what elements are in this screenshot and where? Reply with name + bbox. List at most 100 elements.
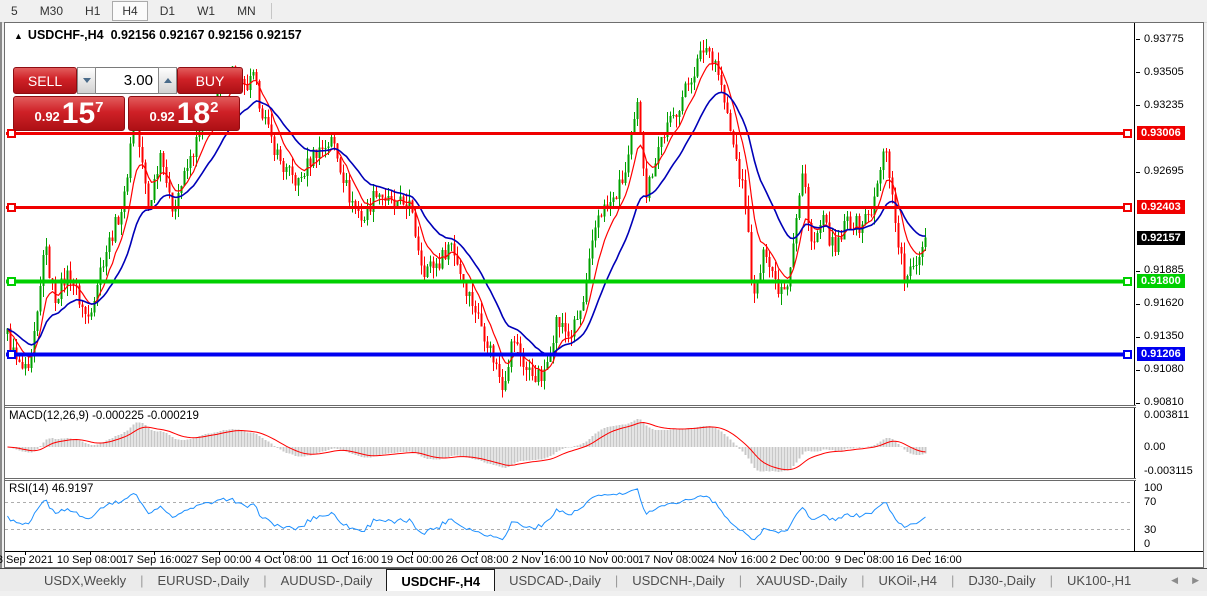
price-badge-0.92403: 0.92403 (1137, 200, 1185, 215)
hline-marker[interactable] (1123, 128, 1132, 138)
x-tick-mark (799, 552, 801, 555)
tab-scroll-right-icon[interactable]: ▶ (1192, 575, 1199, 586)
chart-tab-usdx-weekly[interactable]: USDX,Weekly (30, 569, 140, 592)
hline-marker[interactable] (7, 349, 16, 359)
window-edge (0, 22, 2, 568)
hline-0.92403[interactable] (6, 205, 1132, 209)
y-tick-0.93775: 0.93775 (1144, 32, 1184, 45)
rsi-indicator-label: RSI(14) 46.9197 (9, 483, 94, 495)
toolbar-separator (270, 3, 272, 19)
chart-tab-usdchf-h4[interactable]: USDCHF-,H4 (386, 569, 496, 592)
macd-indicator-label: MACD(12,26,9) -0.000225 -0.000219 (9, 410, 199, 422)
timeframe-button-m30[interactable]: M30 (30, 1, 73, 21)
volume-increase-button[interactable] (158, 67, 177, 94)
x-tick-label: 11 Oct 16:00 (316, 554, 379, 566)
y-tick-0.91350: 0.91350 (1144, 330, 1184, 343)
status-strip (0, 591, 1207, 596)
price-badge-0.91206: 0.91206 (1137, 347, 1185, 362)
x-tick-mark (347, 552, 349, 555)
sell-price-pip: 7 (95, 99, 104, 116)
macd-axis-max: 0.003811 (1144, 409, 1190, 421)
hline-marker[interactable] (1123, 276, 1132, 286)
volume-decrease-button[interactable] (77, 67, 96, 94)
x-tick-label: 10 Sep 08:00 (56, 554, 123, 566)
arrow-up-icon (163, 78, 172, 83)
y-tick-mark (1136, 72, 1140, 74)
x-tick-mark (928, 552, 930, 555)
price-badge-0.91800: 0.91800 (1137, 274, 1185, 289)
x-tick-mark (154, 552, 156, 555)
buy-price-button[interactable]: 0.92 18 2 (128, 96, 240, 131)
timeframe-button-h1[interactable]: H1 (75, 1, 110, 21)
timeframe-button-h4[interactable]: H4 (112, 1, 148, 21)
price-badge-0.92157: 0.92157 (1137, 230, 1185, 245)
x-tick-mark (606, 552, 608, 555)
x-tick-mark (283, 552, 285, 555)
y-tick-0.90810: 0.90810 (1144, 396, 1184, 409)
price-badge-0.93006: 0.93006 (1137, 126, 1185, 141)
x-tick-mark (864, 552, 866, 555)
hline-0.91206[interactable] (6, 352, 1132, 357)
rsi-axis-70: 70 (1144, 496, 1157, 509)
x-tick-label: 17 Nov 08:00 (637, 554, 704, 566)
rsi-axis-100: 100 (1144, 482, 1163, 494)
ma-slow-line (7, 91, 926, 356)
hline-0.91800[interactable] (6, 279, 1132, 284)
one-click-trading-panel: SELL BUY 0.92 15 7 0.92 18 2 (13, 67, 243, 131)
x-tick-label: 10 Nov 00:00 (573, 554, 639, 566)
hline-marker[interactable] (1123, 349, 1132, 359)
chart-tab-eurusd-daily[interactable]: EURUSD-,Daily (144, 569, 264, 592)
price-axis[interactable]: 0.93775 0.93505 0.93235 0.92695 0.91885 0.916… (1136, 23, 1203, 567)
time-axis[interactable]: 3 Sep 2021 10 Sep 08:00 17 Sep 16:00 27 Sep… (0, 551, 1203, 567)
x-tick-label: 4 Oct 08:00 (254, 554, 312, 566)
buy-button[interactable]: BUY (177, 67, 243, 94)
buy-price-prefix: 0.92 (149, 109, 175, 124)
y-tick-0.91620: 0.91620 (1144, 297, 1184, 310)
x-tick-label: 27 Sep 00:00 (185, 554, 252, 566)
y-tick-mark (1136, 303, 1140, 305)
timeframe-button-5[interactable]: 5 (1, 1, 28, 21)
hline-marker[interactable] (7, 276, 16, 286)
x-tick-mark (412, 552, 414, 555)
x-tick-mark (89, 552, 91, 555)
x-tick-mark (218, 552, 220, 555)
rsi-line (7, 488, 926, 541)
buy-price-big: 18 (176, 97, 211, 130)
sell-button[interactable]: SELL (13, 67, 77, 94)
chart-tab-ukoil-h4[interactable]: UKOil-,H4 (864, 569, 951, 592)
chart-tab-dj30-daily[interactable]: DJ30-,Daily (954, 569, 1049, 592)
macd-axis-min: -0.003115 (1144, 465, 1193, 477)
x-tick-label: 19 Oct 00:00 (380, 554, 444, 566)
y-tick-0.92695: 0.92695 (1144, 165, 1184, 178)
chart-tab-usdcnh-daily[interactable]: USDCNH-,Daily (618, 569, 738, 592)
x-tick-mark (476, 552, 478, 555)
chart-tab-audusd-daily[interactable]: AUDUSD-,Daily (267, 569, 387, 592)
timeframe-button-d1[interactable]: D1 (150, 1, 185, 21)
y-tick-mark (1136, 336, 1140, 338)
chart-ohlc-values: 0.92156 0.92167 0.92156 0.92157 (110, 28, 302, 42)
x-tick-label: 2 Nov 16:00 (511, 554, 572, 566)
tab-spacer (0, 569, 30, 592)
hline-marker[interactable] (7, 202, 16, 212)
collapse-chart-icon[interactable]: ▲ (14, 31, 23, 41)
y-tick-mark (1136, 39, 1140, 41)
chart-tab-uk100-h1[interactable]: UK100-,H1 (1053, 569, 1145, 592)
rsi-pane[interactable] (5, 481, 1136, 551)
timeframe-button-mn[interactable]: MN (227, 1, 266, 21)
x-tick-mark (735, 552, 737, 555)
x-tick-label: 3 Sep 2021 (0, 554, 54, 566)
chart-title: ▲ USDCHF-,H4 0.92156 0.92167 0.92156 0.92… (14, 28, 302, 42)
rsi-axis-30: 30 (1144, 523, 1157, 536)
hline-0.93006[interactable] (6, 131, 1132, 135)
sell-price-button[interactable]: 0.92 15 7 (13, 96, 125, 131)
hline-marker[interactable] (1123, 202, 1132, 212)
tab-scroll-left-icon[interactable]: ◀ (1171, 575, 1178, 586)
volume-input[interactable] (96, 67, 158, 94)
chart-tab-usdcad-daily[interactable]: USDCAD-,Daily (495, 569, 615, 592)
x-tick-label: 26 Oct 08:00 (445, 554, 509, 566)
chart-symbol-label: USDCHF-,H4 (27, 28, 104, 42)
timeframe-button-w1[interactable]: W1 (187, 1, 225, 21)
chart-tab-xauusd-daily[interactable]: XAUUSD-,Daily (742, 569, 861, 592)
rsi-axis-0: 0 (1144, 538, 1151, 550)
x-tick-label: 24 Nov 16:00 (702, 554, 768, 566)
